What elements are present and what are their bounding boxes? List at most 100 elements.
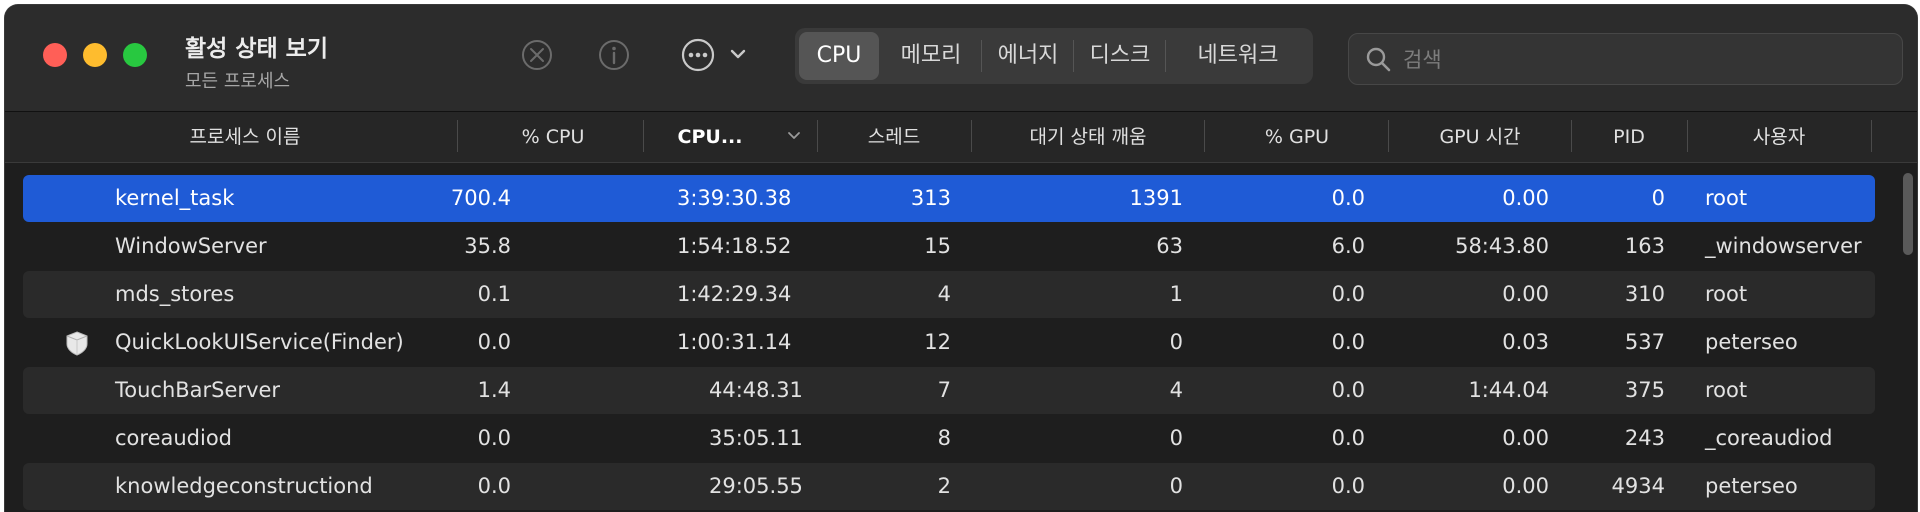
window-subtitle[interactable]: 모든 프로세스 [185, 67, 328, 93]
user: peterseo [1705, 330, 1798, 354]
threads: 8 [937, 426, 951, 450]
info-icon[interactable] [597, 38, 631, 72]
cpu-percent: 0.0 [477, 330, 511, 354]
column-separator[interactable] [817, 120, 818, 152]
table-row[interactable]: WindowServer 35.8 1:54:18.52 15 63 6.0 5… [23, 223, 1875, 270]
user: root [1705, 186, 1748, 210]
search-input[interactable] [1401, 42, 1885, 78]
column-separator[interactable] [1687, 120, 1688, 152]
threads: 15 [924, 234, 951, 258]
gpu-time: 0.00 [1502, 426, 1549, 450]
activity-monitor-window: 활성 상태 보기 모든 프로세스 CPU 메모리 에너지 디스크 네트워크 검색… [4, 4, 1918, 512]
column-separator[interactable] [1571, 120, 1572, 152]
vertical-scrollbar[interactable] [1897, 163, 1917, 512]
sort-descending-chevron-icon[interactable] [787, 129, 801, 143]
table-row[interactable]: kernel_task 700.4 3:39:30.38 313 1391 0.… [23, 175, 1875, 222]
tab-divider [981, 40, 982, 72]
gpu-percent: 0.0 [1331, 474, 1365, 498]
column-header-cpu-time[interactable]: CPU... [645, 112, 775, 162]
scrollbar-thumb[interactable] [1903, 173, 1913, 255]
threads: 12 [924, 330, 951, 354]
threads: 2 [937, 474, 951, 498]
process-name: WindowServer [115, 234, 267, 258]
column-separator[interactable] [1871, 120, 1872, 152]
cpu-percent: 0.0 [477, 474, 511, 498]
gpu-time: 1:44.04 [1468, 378, 1549, 402]
user: _windowserver [1705, 234, 1862, 258]
process-name: mds_stores [115, 282, 235, 306]
threads: 313 [910, 186, 951, 210]
user: _coreaudiod [1705, 426, 1833, 450]
tab-divider [1165, 40, 1166, 72]
table-row[interactable]: knowledgeconstructiond 0.0 29:05.55 2 0 … [23, 463, 1875, 510]
process-name: TouchBarServer [115, 378, 281, 402]
gpu-time: 0.03 [1502, 330, 1549, 354]
column-header-idle-wakeups[interactable]: 대기 상태 깨움 [973, 112, 1203, 162]
column-separator[interactable] [457, 120, 458, 152]
gpu-time: 58:43.80 [1455, 234, 1549, 258]
tab-network[interactable]: 네트워크 [1167, 28, 1309, 84]
tab-energy[interactable]: 에너지 [983, 28, 1073, 84]
gpu-percent: 0.0 [1331, 426, 1365, 450]
column-header-threads[interactable]: 스레드 [819, 112, 969, 162]
pid: 243 [1624, 426, 1665, 450]
title-block: 활성 상태 보기 모든 프로세스 [185, 29, 328, 93]
threads: 4 [937, 282, 951, 306]
gpu-percent: 6.0 [1331, 234, 1365, 258]
idle-wakeups: 1 [1169, 282, 1183, 306]
tab-cpu[interactable]: CPU [799, 32, 879, 80]
pid: 163 [1624, 234, 1665, 258]
cpu-percent: 0.1 [477, 282, 511, 306]
window-title: 활성 상태 보기 [185, 36, 328, 62]
tab-bar: CPU 메모리 에너지 디스크 네트워크 [795, 28, 1313, 84]
process-name: coreaudiod [115, 426, 233, 450]
tab-memory[interactable]: 메모리 [883, 28, 979, 84]
table-row[interactable]: QuickLookUIService(Finder) 0.0 1:00:31.1… [23, 319, 1875, 366]
cpu-percent: 35.8 [464, 234, 511, 258]
table-row[interactable]: TouchBarServer 1.4 44:48.31 7 4 0.0 1:44… [23, 367, 1875, 414]
idle-wakeups: 4 [1169, 378, 1183, 402]
column-separator[interactable] [971, 120, 972, 152]
search-field[interactable] [1348, 33, 1903, 85]
idle-wakeups: 1391 [1129, 186, 1183, 210]
close-window-button[interactable] [43, 43, 67, 67]
idle-wakeups: 0 [1169, 426, 1183, 450]
shield-icon [66, 331, 88, 356]
idle-wakeups: 63 [1156, 234, 1183, 258]
minimize-window-button[interactable] [83, 43, 107, 67]
gpu-time: 0.00 [1502, 474, 1549, 498]
column-header-name[interactable]: 프로세스 이름 [95, 112, 395, 162]
column-header-cpu[interactable]: % CPU [465, 112, 641, 162]
column-header-pid[interactable]: PID [1573, 112, 1685, 162]
search-icon [1366, 47, 1391, 72]
process-table: kernel_task 700.4 3:39:30.38 313 1391 0.… [5, 163, 1895, 512]
column-header-gpu[interactable]: % GPU [1205, 112, 1389, 162]
stop-process-icon[interactable] [520, 38, 554, 72]
toolbar: 활성 상태 보기 모든 프로세스 CPU 메모리 에너지 디스크 네트워크 검색 [5, 5, 1917, 112]
gpu-percent: 0.0 [1331, 282, 1365, 306]
cpu-percent: 700.4 [450, 186, 511, 210]
table-row[interactable]: mds_stores 0.1 1:42:29.34 4 1 0.0 0.00 3… [23, 271, 1875, 318]
tab-divider [1073, 40, 1074, 72]
column-header-user[interactable]: 사용자 [1689, 112, 1869, 162]
column-separator[interactable] [643, 120, 644, 152]
threads: 7 [937, 378, 951, 402]
table-row[interactable]: coreaudiod 0.0 35:05.11 8 0 0.0 0.00 243… [23, 415, 1875, 462]
cpu-percent: 1.4 [477, 378, 511, 402]
column-header-gpu-time[interactable]: GPU 시간 [1389, 112, 1571, 162]
gpu-percent: 0.0 [1331, 330, 1365, 354]
pid: 4934 [1611, 474, 1665, 498]
user: peterseo [1705, 474, 1798, 498]
pid: 375 [1624, 378, 1665, 402]
user: root [1705, 282, 1748, 306]
pid: 310 [1624, 282, 1665, 306]
maximize-window-button[interactable] [123, 43, 147, 67]
tab-disk[interactable]: 디스크 [1075, 28, 1165, 84]
pid: 0 [1651, 186, 1665, 210]
more-ellipsis-icon[interactable] [676, 37, 754, 73]
gpu-time: 0.00 [1502, 186, 1549, 210]
gpu-percent: 0.0 [1331, 378, 1365, 402]
process-name: QuickLookUIService(Finder) [115, 330, 404, 354]
process-name: kernel_task [115, 186, 235, 210]
gpu-time: 0.00 [1502, 282, 1549, 306]
